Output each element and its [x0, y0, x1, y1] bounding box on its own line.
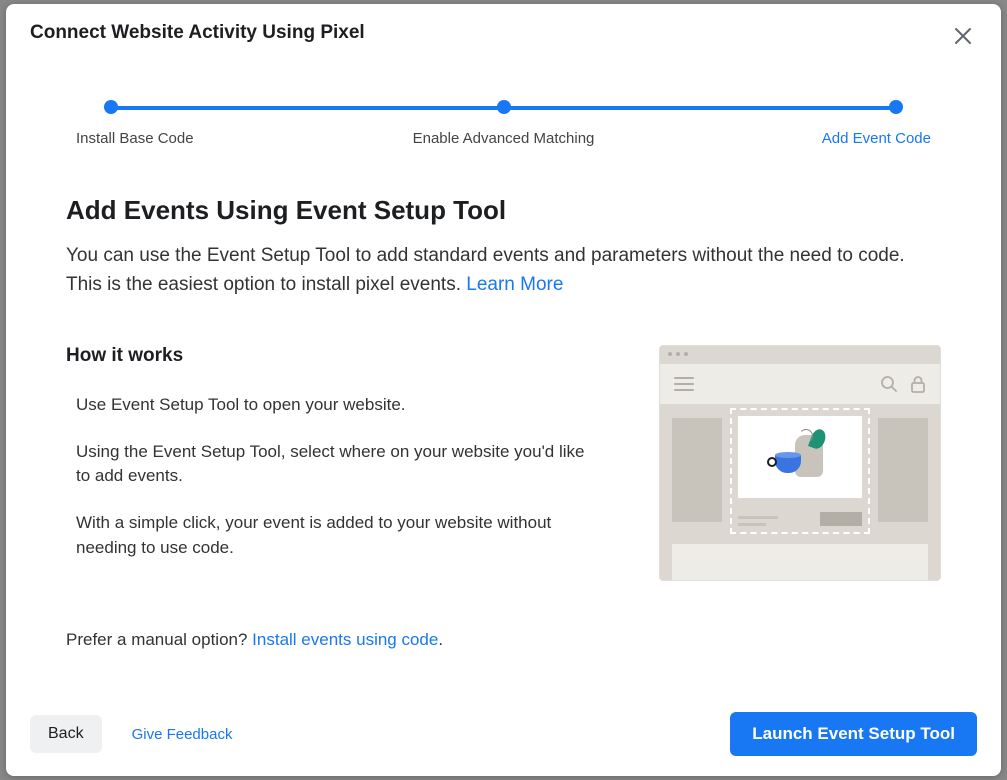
lock-icon	[910, 375, 926, 393]
manual-option-prefix: Prefer a manual option?	[66, 630, 252, 649]
back-button[interactable]: Back	[30, 715, 102, 753]
how-it-works-item: With a simple click, your event is added…	[76, 511, 619, 560]
learn-more-link[interactable]: Learn More	[466, 274, 563, 295]
page-title: Add Events Using Event Setup Tool	[66, 195, 941, 226]
manual-option-row: Prefer a manual option? Install events u…	[66, 630, 941, 650]
modal-content: Add Events Using Event Setup Tool You ca…	[6, 147, 1001, 698]
page-description: You can use the Event Setup Tool to add …	[66, 242, 941, 299]
launch-event-setup-tool-button[interactable]: Launch Event Setup Tool	[730, 712, 977, 756]
step-add-event-code: Add Event Code	[731, 100, 931, 147]
pixel-setup-modal: Connect Website Activity Using Pixel Ins…	[6, 4, 1001, 776]
window-dots-icon	[668, 352, 688, 356]
modal-header: Connect Website Activity Using Pixel	[6, 4, 1001, 50]
step-label: Install Base Code	[76, 130, 194, 147]
install-events-code-link[interactable]: Install events using code	[252, 630, 438, 649]
close-icon[interactable]	[949, 22, 977, 50]
plant-cup-illustration	[765, 427, 835, 487]
event-setup-illustration	[659, 345, 941, 581]
search-icon	[880, 375, 898, 393]
step-dot-icon	[889, 100, 903, 114]
give-feedback-link[interactable]: Give Feedback	[132, 726, 233, 743]
manual-option-suffix: .	[438, 630, 443, 649]
step-dot-icon	[104, 100, 118, 114]
hamburger-icon	[674, 377, 694, 391]
how-it-works-item: Using the Event Setup Tool, select where…	[76, 440, 619, 489]
step-dot-icon	[497, 100, 511, 114]
modal-footer: Back Give Feedback Launch Event Setup To…	[6, 698, 1001, 776]
modal-title: Connect Website Activity Using Pixel	[30, 22, 365, 44]
how-it-works-heading: How it works	[66, 345, 619, 367]
how-it-works-item: Use Event Setup Tool to open your websit…	[76, 393, 619, 418]
step-label: Add Event Code	[822, 130, 931, 147]
how-it-works-section: How it works Use Event Setup Tool to ope…	[66, 345, 619, 582]
step-label: Enable Advanced Matching	[413, 130, 595, 147]
progress-stepper: Install Base Code Enable Advanced Matchi…	[6, 50, 1001, 147]
step-enable-advanced-matching: Enable Advanced Matching	[404, 100, 604, 147]
step-install-base-code: Install Base Code	[76, 100, 276, 147]
